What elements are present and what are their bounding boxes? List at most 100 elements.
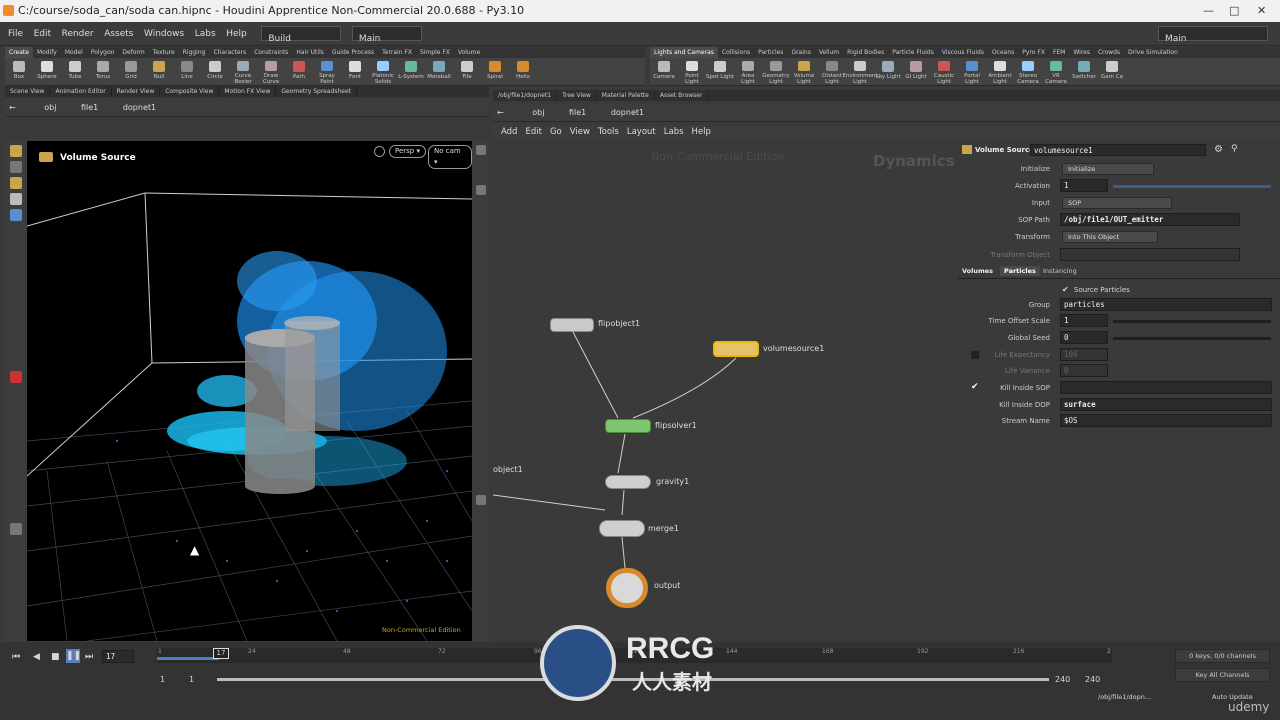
shelf-tab-guide-process[interactable]: Guide Process [328,47,378,58]
tool-environment-light[interactable]: Environment Light [842,58,878,85]
pane-tab-render-view[interactable]: Render View [112,86,161,97]
menu-labs[interactable]: Labs [195,22,216,46]
end-frame-2[interactable]: 240 [1085,675,1100,684]
move-tool-icon[interactable] [10,161,22,173]
main-right-dropdown[interactable]: Main [1158,26,1268,44]
pane-tab-tree-view[interactable]: Tree View [557,90,597,101]
shelf-tab-collisions[interactable]: Collisions [718,47,754,58]
shelf-tab-constraints[interactable]: Constraints [250,47,292,58]
camera-menu[interactable]: No cam ▾ [428,145,472,169]
menu-edit[interactable]: Edit [34,22,51,46]
node-merge1[interactable] [599,520,645,537]
shelf-tab-lights-and-cameras[interactable]: Lights and Cameras [650,47,718,58]
kill-sop-checkbox[interactable]: ✔ [971,382,979,392]
main-left-dropdown[interactable]: Main [351,26,422,44]
shelf-tab-particle-fluids[interactable]: Particle Fluids [888,47,938,58]
transform-dropdown[interactable]: Into This Object [1062,231,1158,243]
start-frame[interactable]: 1 [160,675,165,684]
shelf-tab-hair-utils[interactable]: Hair Utils [292,47,327,58]
network-menu-go[interactable]: Go [550,125,562,140]
group-field[interactable]: particles [1060,298,1272,311]
end-frame[interactable]: 240 [1055,675,1070,684]
pane-tab-composite-view[interactable]: Composite View [160,86,220,97]
net-path-file1[interactable]: file1 [569,104,586,122]
node-flipobject1[interactable] [550,318,594,332]
pane-tab-material-palette[interactable]: Material Palette [597,90,655,101]
viewport-lock-icon[interactable] [374,146,385,157]
shelf-tab-create[interactable]: Create [5,47,33,58]
tool-area-light[interactable]: Area Light [734,58,762,85]
shelf-tab-vellum[interactable]: Vellum [815,47,843,58]
global-seed-slider[interactable] [1113,337,1271,340]
shelf-tab-crowds[interactable]: Crowds [1094,47,1124,58]
tool-path[interactable]: Path [285,58,313,85]
net-path-dopnet1[interactable]: dopnet1 [611,104,644,122]
life-expectancy-checkbox[interactable] [971,351,979,359]
menu-file[interactable]: File [8,22,23,46]
tool-draw-curve[interactable]: Draw Curve [257,58,285,85]
time-offset-slider[interactable] [1113,320,1271,323]
arrow-tool-icon[interactable] [10,193,22,205]
rotate-tool-icon[interactable] [10,177,22,189]
shelf-tab-polygon[interactable]: Polygon [87,47,119,58]
scene-viewport[interactable]: Volume Source Persp ▾ No cam ▾ Non-Comme… [27,141,472,641]
persp-menu[interactable]: Persp ▾ [389,145,426,158]
tool-spray-paint[interactable]: Spray Paint [313,58,341,85]
tool-spiral[interactable]: Spiral [481,58,509,85]
kill-dop-field[interactable]: surface [1060,398,1272,411]
pane-tab-motion-fx-view[interactable]: Motion FX View [219,86,277,97]
network-menu-labs[interactable]: Labs [664,125,684,140]
display-options-icon[interactable] [475,145,486,155]
shelf-tab-drive-simulation[interactable]: Drive Simulation [1124,47,1182,58]
frame-marker[interactable]: 17 [213,648,229,659]
close-icon[interactable]: ✕ [1257,0,1266,22]
pause-button[interactable]: ❚❚ [66,649,81,663]
tool-helix[interactable]: Helix [509,58,537,85]
tool-metaball[interactable]: Metaball [425,58,453,85]
shelf-tab-characters[interactable]: Characters [209,47,250,58]
network-menu-view[interactable]: View [570,125,590,140]
node-volumesource1[interactable] [713,341,759,357]
tool-sky-light[interactable]: Sky Light [874,58,902,85]
lock-tool-icon[interactable] [10,209,22,221]
param-gear-icon[interactable]: ⚙ [1214,144,1223,155]
shelf-tab-grains[interactable]: Grains [787,47,814,58]
tool-camera[interactable]: Camera [650,58,678,85]
param-node-name[interactable]: volumesource1 [1030,144,1206,156]
maximize-icon[interactable]: □ [1229,0,1239,22]
network-menu-add[interactable]: Add [501,125,517,140]
node-flipsolver1[interactable] [605,419,651,433]
shelf-tab-wires[interactable]: Wires [1069,47,1094,58]
current-frame-field[interactable]: 17 [102,650,134,663]
path-dopnet1[interactable]: dopnet1 [123,99,156,117]
activation-field[interactable]: 1 [1060,179,1108,192]
camera-icon[interactable] [10,523,22,535]
play-reverse-button[interactable]: ◀ [33,652,40,662]
tool-caustic-light[interactable]: Caustic Light [930,58,958,85]
shelf-tab-terrain-fx[interactable]: Terrain FX [378,47,416,58]
start-frame-2[interactable]: 1 [189,675,194,684]
global-seed-field[interactable]: 0 [1060,331,1108,344]
kill-sop-field[interactable] [1060,381,1272,394]
pane-tab-scene-view[interactable]: Scene View [5,86,51,97]
pane-tab-animation-editor[interactable]: Animation Editor [50,86,112,97]
pane-tab-obj-file1-dopnet1[interactable]: /obj/file1/dopnet1 [493,90,558,101]
shelf-tab-texture[interactable]: Texture [149,47,179,58]
initialize-dropdown[interactable]: Initialize [1062,163,1154,175]
network-editor[interactable]: Non-Commercial Edition Dynamics flipobje… [493,140,958,642]
net-back-arrow-icon[interactable]: ← [497,104,504,122]
shading-icon[interactable] [475,185,486,195]
tool-stereo-camera[interactable]: Stereo Camera [1014,58,1042,85]
tool-switcher[interactable]: Switcher [1070,58,1098,85]
source-particles-checkbox[interactable]: ✔ [1062,285,1069,294]
tool-curve-bezier[interactable]: Curve Bezier [229,58,257,85]
tool-line[interactable]: Line [173,58,201,85]
network-menu-layout[interactable]: Layout [627,125,656,140]
tab-volumes[interactable]: Volumes [962,267,993,275]
activation-slider[interactable] [1113,185,1271,188]
tool-tube[interactable]: Tube [61,58,89,85]
snapshot-icon[interactable] [475,495,486,505]
select-tool-icon[interactable] [10,145,22,157]
shelf-tab-model[interactable]: Model [61,47,87,58]
input-dropdown[interactable]: SOP [1062,197,1172,209]
